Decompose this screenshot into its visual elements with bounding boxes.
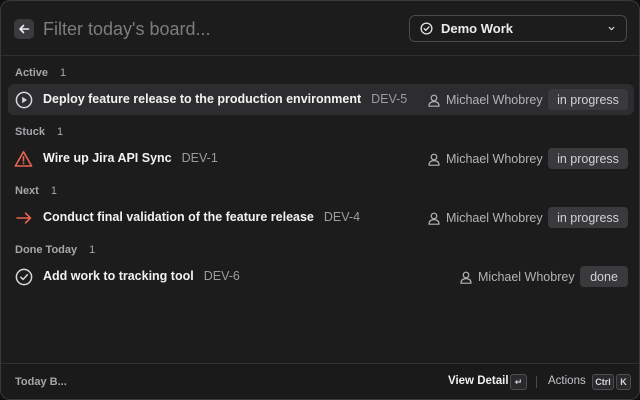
section-count: 1 [60, 67, 67, 79]
user-icon [428, 94, 440, 107]
issue-id: DEV-5 [371, 92, 408, 106]
footer-divider [536, 376, 537, 388]
play-circle-icon [14, 90, 33, 109]
section-count: 1 [89, 244, 96, 256]
item-title: Conduct final validation of the feature … [43, 210, 361, 224]
ctrl-key-hint: Ctrl [592, 374, 614, 390]
section-label: Done Today [15, 244, 78, 256]
footer-context-label: Today B... [15, 376, 67, 388]
section-label: Stuck [15, 126, 45, 138]
assignee: Michael Whobrey [428, 210, 543, 226]
issue-id: DEV-6 [203, 269, 240, 283]
status-badge: in progress [548, 89, 628, 110]
item-title: Deploy feature release to the production… [43, 92, 408, 106]
list-item[interactable]: Add work to tracking tool DEV-6 Michael W… [8, 261, 634, 292]
list-item[interactable]: Deploy feature release to the production… [8, 84, 634, 115]
view-detail-button[interactable]: View Detail [448, 375, 509, 387]
section-header-done-today: Done Today 1 [15, 243, 95, 257]
assignee: Michael Whobrey [428, 151, 543, 167]
section-header-next: Next 1 [15, 184, 57, 198]
section-label: Next [15, 185, 39, 197]
section-label: Active [15, 67, 49, 79]
filter-search-input[interactable] [43, 15, 383, 43]
section-header-active: Active 1 [15, 66, 66, 80]
assignee: Michael Whobrey [460, 269, 575, 285]
check-circle-icon [420, 22, 433, 35]
status-badge: in progress [548, 148, 628, 169]
palette-footer: Today B... View Detail ↵ Actions Ctrl K [1, 363, 639, 399]
user-icon [428, 212, 440, 225]
user-icon [428, 153, 440, 166]
warning-triangle-icon [14, 149, 33, 168]
section-header-stuck: Stuck 1 [15, 125, 63, 139]
arrow-left-icon [19, 24, 30, 34]
back-button[interactable] [14, 19, 34, 39]
item-title: Add work to tracking tool DEV-6 [43, 269, 240, 283]
board-select-value: Demo Work [441, 21, 513, 36]
chevron-down-icon [608, 26, 615, 31]
palette-header: Demo Work [1, 1, 639, 56]
status-badge: in progress [548, 207, 628, 228]
command-palette-window: Demo Work Active 1 Deploy feature releas… [0, 0, 640, 400]
arrow-right-icon [14, 208, 33, 227]
k-key-hint: K [616, 374, 631, 390]
item-title: Wire up Jira API Sync DEV-1 [43, 151, 218, 165]
status-badge: done [580, 266, 628, 287]
actions-button[interactable]: Actions [548, 375, 586, 387]
list-item[interactable]: Conduct final validation of the feature … [8, 202, 634, 233]
section-count: 1 [50, 185, 57, 197]
issue-id: DEV-4 [323, 210, 361, 224]
user-icon [460, 271, 472, 284]
list-item[interactable]: Wire up Jira API Sync DEV-1 Michael Whobr… [8, 143, 634, 174]
assignee: Michael Whobrey [428, 92, 543, 108]
check-circle-icon [14, 267, 33, 286]
issue-id: DEV-1 [181, 151, 218, 165]
section-count: 1 [56, 126, 64, 138]
board-select[interactable]: Demo Work [409, 15, 627, 42]
enter-key-hint: ↵ [510, 374, 527, 390]
